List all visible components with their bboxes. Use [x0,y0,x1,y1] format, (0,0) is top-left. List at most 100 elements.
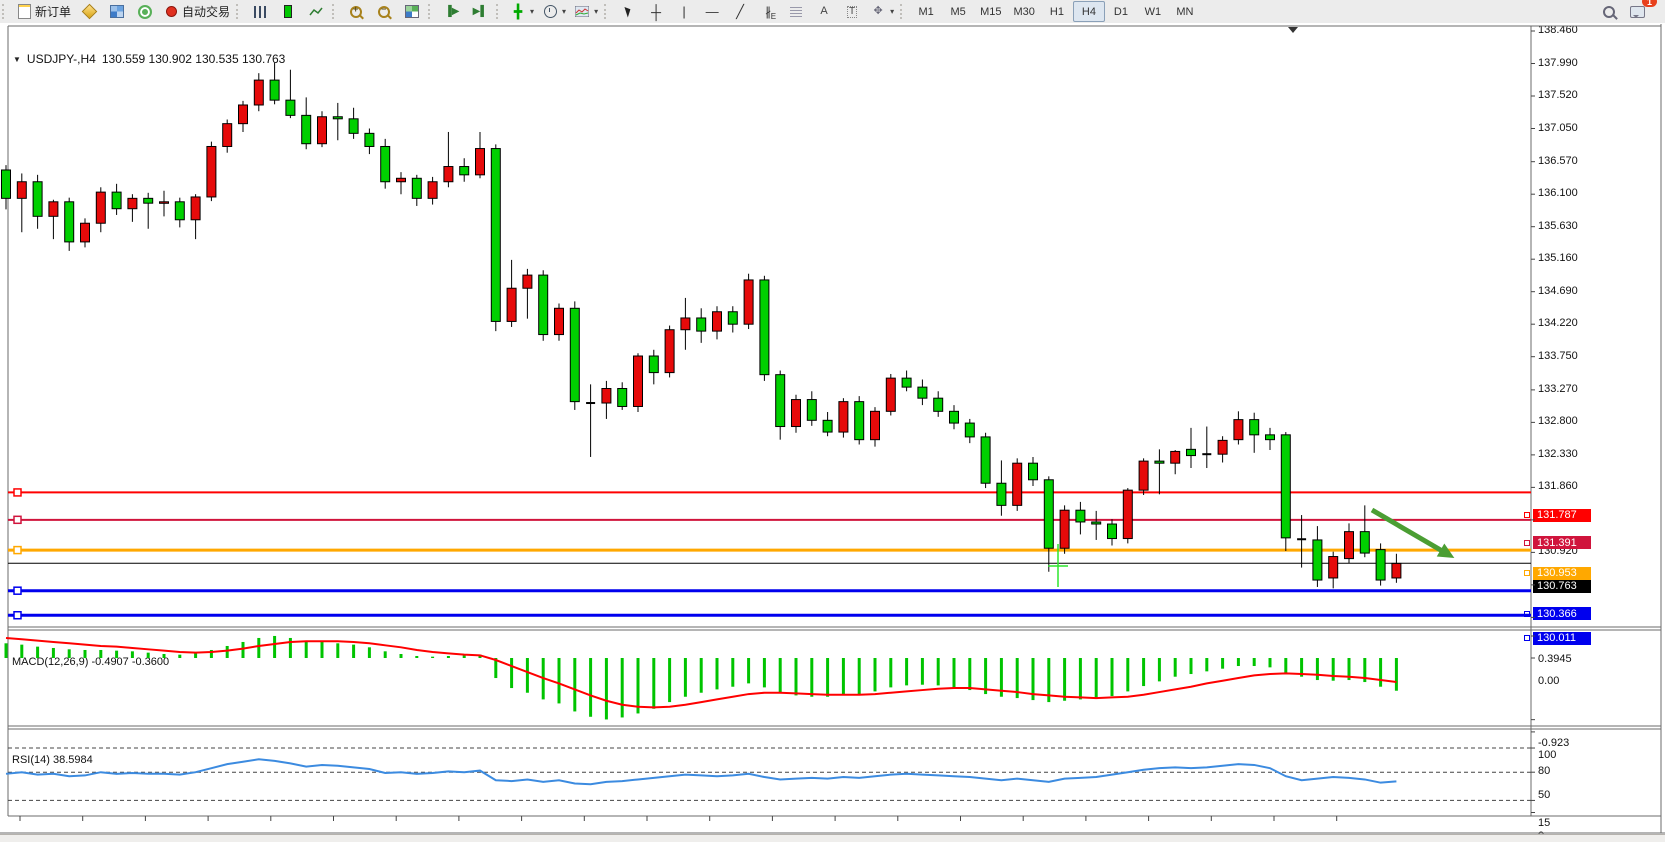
mt4-application-window: 新订单 自动交易 + − ▐▶ ▶▌ ╋▾ ▾ ▾ ┼ | — ╱ ∦E A T… [0,0,1665,842]
price-tag-handle[interactable] [1524,512,1530,518]
zoom-out-button[interactable]: − [370,1,398,22]
vertical-line-tool-button[interactable]: | [670,1,698,22]
price-axis-label: 137.990 [1538,57,1578,69]
add-indicator-button[interactable]: ╋▾ [506,1,538,22]
crosshair-icon: ┼ [648,4,664,19]
auto-scroll-icon: ▐▶ [444,4,460,19]
chart-ohlc-title: ▼ USDJPY-,H4 130.559 130.902 130.535 130… [13,52,285,66]
fibonacci-tool-button[interactable] [782,1,810,22]
clock-icon [542,4,558,19]
macd-axis-label: -0.923 [1538,737,1569,749]
shapes-tool-button[interactable]: ✥▾ [866,1,898,22]
timeframe-button-m15[interactable]: M15 [974,1,1007,22]
cursor-tool-button[interactable] [614,1,642,22]
fibonacci-icon [788,4,804,19]
price-tag-handle[interactable] [1524,635,1530,641]
price-tag-handle[interactable] [1524,540,1530,546]
main-toolbar: 新订单 自动交易 + − ▐▶ ▶▌ ╋▾ ▾ ▾ ┼ | — ╱ ∦E A T… [0,0,1665,24]
price-axis-label: 131.860 [1538,480,1578,492]
price-axis-label: 136.570 [1538,155,1578,167]
price-axis-label: 133.750 [1538,350,1578,362]
window-bottom-strip [0,834,1665,842]
price-axis-label: 138.460 [1538,24,1578,36]
price-tag-handle[interactable] [1524,570,1530,576]
signal-icon [137,4,153,19]
horizontal-line-tool-button[interactable]: — [698,1,726,22]
chevron-down-icon: ▾ [530,7,534,16]
price-line-tag[interactable]: 131.391 [1533,536,1591,549]
timeframe-button-group: M1M5M15M30H1H4D1W1MN [910,1,1201,22]
line-chart-button[interactable] [302,1,330,22]
price-axis-label: 132.330 [1538,448,1578,460]
trendline-tool-button[interactable]: ╱ [726,1,754,22]
chat-bubble-icon [1629,4,1645,19]
bar-chart-icon [252,4,268,19]
price-axis-label: 133.270 [1538,383,1578,395]
chart-window[interactable]: ▼ USDJPY-,H4 130.559 130.902 130.535 130… [0,23,1665,835]
periods-button[interactable]: ▾ [538,1,570,22]
search-icon [1601,4,1617,19]
price-axis-label: 137.520 [1538,89,1578,101]
templates-button[interactable]: ▾ [570,1,602,22]
price-axis-label: 137.050 [1538,122,1578,134]
price-line-tag[interactable]: 130.366 [1533,607,1591,620]
text-tool-button[interactable]: A [810,1,838,22]
vertical-line-icon: | [676,4,692,19]
chevron-down-icon: ▼ [13,55,21,64]
notifications-button[interactable]: 1 [1623,1,1651,22]
autotrade-button[interactable]: 自动交易 [159,1,234,22]
toolbar-grip [428,4,434,19]
chart-shift-button[interactable]: ▶▌ [466,1,494,22]
channel-tool-button[interactable]: ∦E [754,1,782,22]
chevron-down-icon: ▾ [562,7,566,16]
timeframe-button-m30[interactable]: M30 [1008,1,1041,22]
toolbar-grip [496,4,502,19]
add-indicator-icon: ╋ [510,4,526,19]
charts-cascade-button[interactable] [75,1,103,22]
timeframe-button-d1[interactable]: D1 [1105,1,1137,22]
timeframe-button-mn[interactable]: MN [1169,1,1201,22]
search-button[interactable] [1595,1,1623,22]
price-line-tag[interactable]: 130.953 [1533,567,1591,580]
rsi-axis-label: 100 [1538,749,1556,761]
timeframe-button-w1[interactable]: W1 [1137,1,1169,22]
toolbar-grip [900,4,906,19]
rsi-indicator-label: RSI(14) 38.5984 [12,754,93,766]
market-watch-button[interactable] [103,1,131,22]
new-order-button[interactable]: 新订单 [12,1,75,22]
timeframe-button-m5[interactable]: M5 [942,1,974,22]
new-order-label: 新订单 [35,3,71,20]
toolbar-grip [2,4,8,19]
zoom-in-icon: + [348,4,364,19]
timeframe-button-m1[interactable]: M1 [910,1,942,22]
zoom-in-button[interactable]: + [342,1,370,22]
timeframe-button-h4[interactable]: H4 [1073,1,1105,22]
price-axis-label: 135.160 [1538,252,1578,264]
rsi-axis-label: 50 [1538,789,1550,801]
price-line-tag[interactable]: 130.763 [1533,580,1591,593]
rsi-axis-label: 15 [1538,817,1550,829]
line-chart-icon [308,4,324,19]
notification-badge: 1 [1642,0,1657,7]
signals-button[interactable] [131,1,159,22]
bar-chart-button[interactable] [246,1,274,22]
auto-scroll-button[interactable]: ▐▶ [438,1,466,22]
macd-indicator-label: MACD(12,26,9) -0.4907 -0.3600 [12,656,169,668]
toolbar-grip [604,4,610,19]
text-label-icon: T [844,4,860,19]
price-axis-label: 132.800 [1538,415,1578,427]
chart-shift-icon: ▶▌ [472,4,488,19]
rsi-axis-label: 80 [1538,765,1550,777]
price-line-tag[interactable]: 130.011 [1533,632,1591,645]
tile-windows-button[interactable] [398,1,426,22]
text-label-tool-button[interactable]: T [838,1,866,22]
candlestick-chart-button[interactable] [274,1,302,22]
toolbar-grip [332,4,338,19]
price-tag-handle[interactable] [1524,611,1530,617]
horizontal-line-icon: — [704,4,720,19]
zoom-out-icon: − [376,4,392,19]
timeframe-button-h1[interactable]: H1 [1041,1,1073,22]
chevron-down-icon: ▾ [594,7,598,16]
price-line-tag[interactable]: 131.787 [1533,509,1591,522]
crosshair-tool-button[interactable]: ┼ [642,1,670,22]
